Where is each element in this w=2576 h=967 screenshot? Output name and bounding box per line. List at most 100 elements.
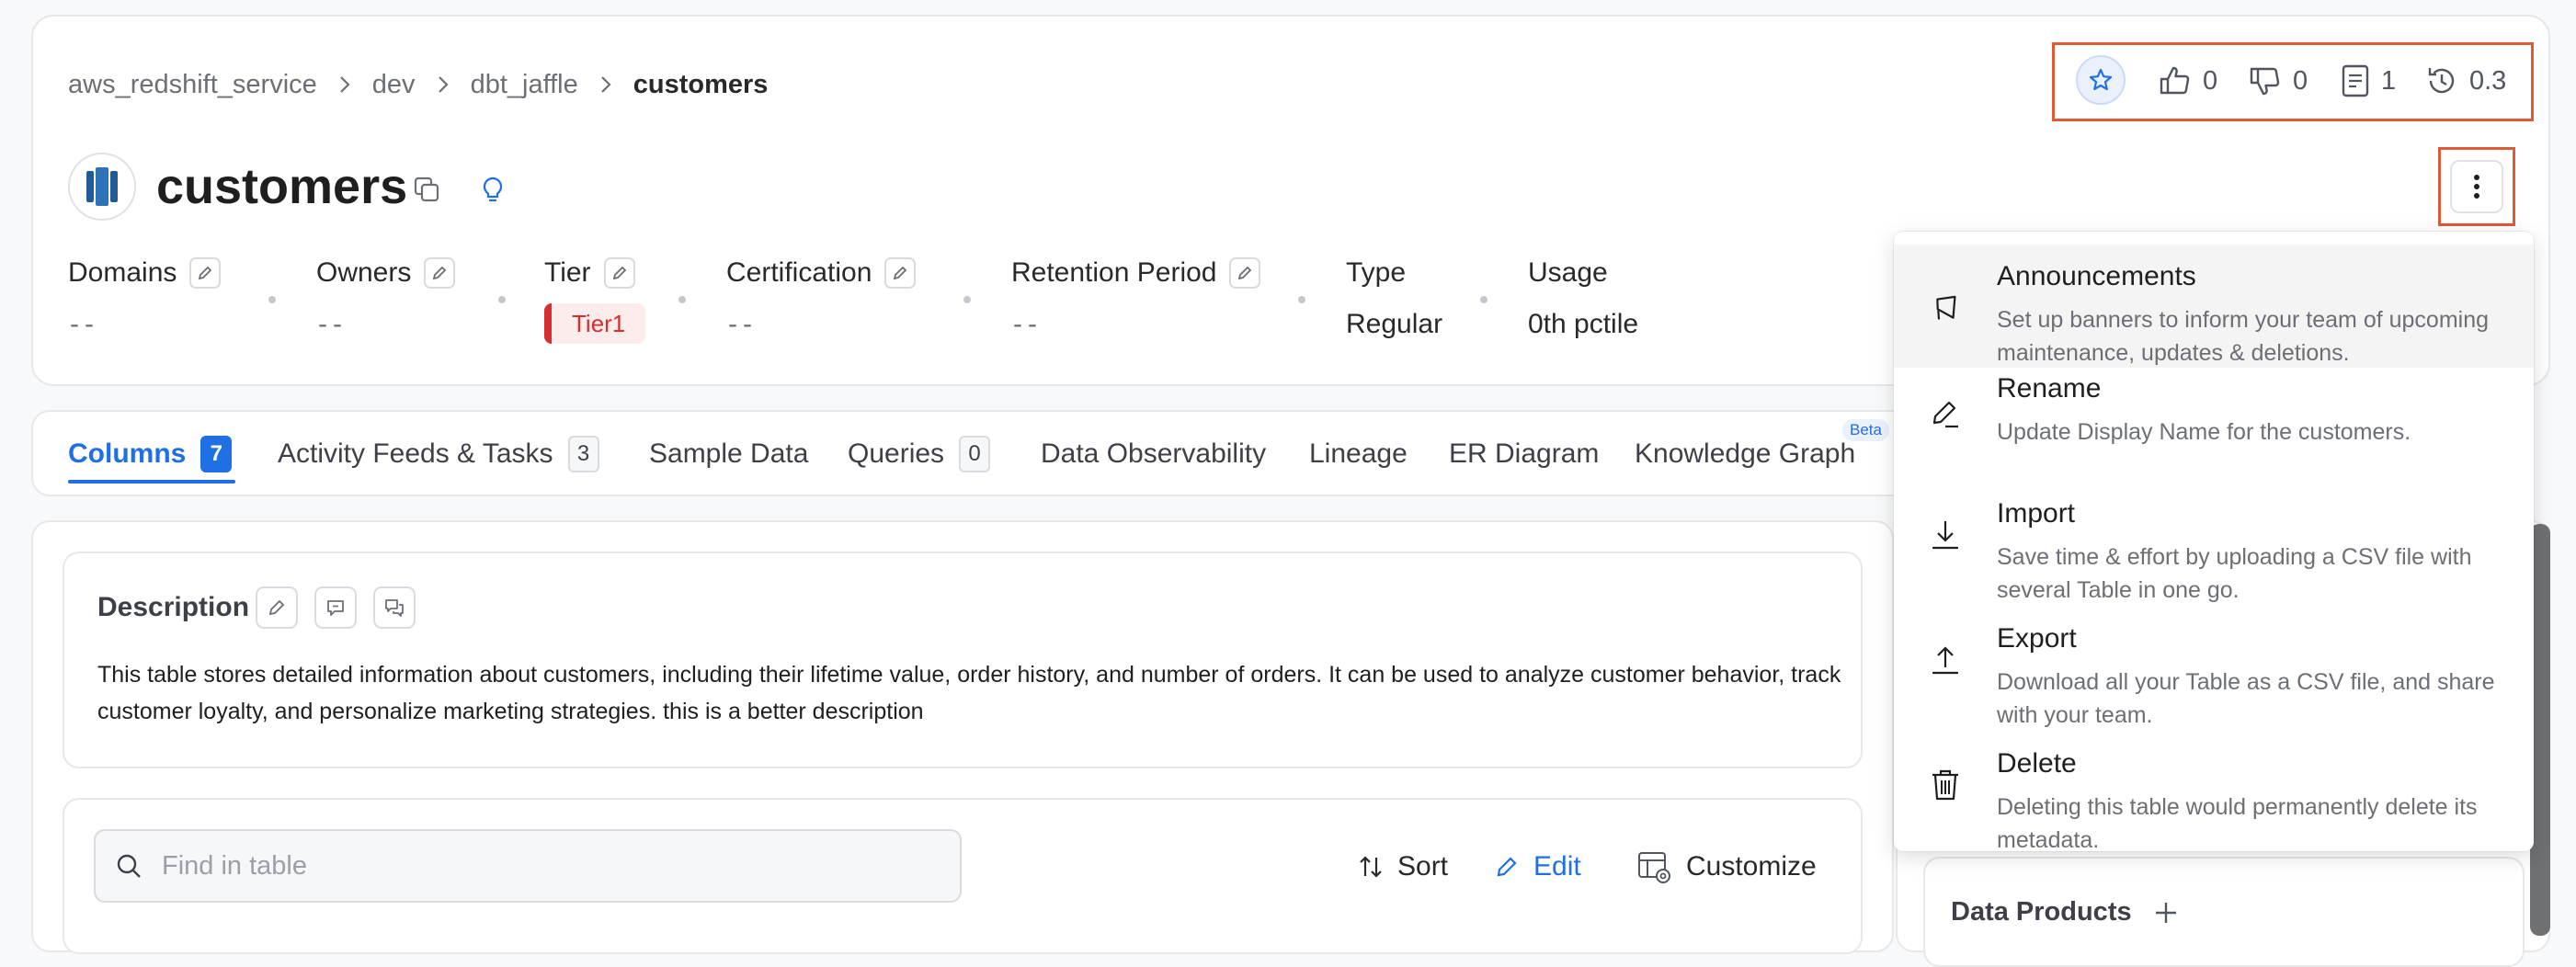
kebab-menu-icon[interactable] — [2450, 160, 2503, 213]
certification-property: Certification — [726, 257, 917, 289]
document-icon — [2342, 64, 2369, 97]
tab-label: Lineage — [1309, 438, 1408, 469]
menu-item-title: Rename — [1997, 373, 2102, 404]
menu-item-delete[interactable]: Delete Deleting this table would permane… — [1894, 748, 2534, 853]
request-description-button[interactable] — [314, 586, 357, 629]
downvote-count: 0 — [2293, 65, 2308, 96]
tab-data-observability[interactable]: Data Observability — [1041, 436, 1266, 472]
breadcrumb-current: customers — [633, 69, 769, 99]
conversations-button[interactable]: 1 — [2339, 59, 2396, 103]
domains-value: -- — [70, 309, 99, 339]
tab-label: Sample Data — [649, 438, 809, 469]
tab-count: 0 — [959, 436, 991, 472]
tab-count: 7 — [200, 436, 233, 472]
menu-item-import[interactable]: Import Save time & effort by uploading a… — [1894, 498, 2534, 616]
downvote-button[interactable]: 0 — [2247, 59, 2308, 103]
data-products-label: Data Products — [1951, 897, 2132, 927]
certification-value: -- — [728, 309, 758, 339]
owners-value: -- — [318, 309, 348, 339]
tab-knowledge-graph[interactable]: Knowledge Graph — [1635, 436, 1855, 472]
chevron-right-icon — [337, 74, 352, 96]
follow-star-button[interactable] — [2076, 55, 2126, 105]
upvote-button[interactable]: 0 — [2157, 59, 2217, 103]
menu-item-title: Delete — [1997, 748, 2077, 779]
menu-item-announcements[interactable]: Announcements Set up banners to inform y… — [1894, 245, 2534, 368]
tab-label: Activity Feeds & Tasks — [278, 438, 553, 469]
menu-item-description: Deleting this table would permanently de… — [1997, 794, 2478, 853]
retention-property: Retention Period — [1011, 257, 1261, 289]
certification-label: Certification — [726, 257, 872, 288]
usage-label: Usage — [1528, 257, 1608, 288]
tab-label: Columns — [68, 438, 187, 469]
more-options-menu: Announcements Set up banners to inform y… — [1894, 232, 2534, 853]
type-value: Regular — [1346, 309, 1443, 339]
separator-dot — [1298, 296, 1305, 303]
menu-item-description: Download all your Table as a CSV file, a… — [1997, 669, 2495, 728]
conversation-button[interactable] — [373, 586, 416, 629]
edit-retention-icon[interactable] — [1229, 257, 1261, 289]
menu-item-rename[interactable]: Rename Update Display Name for the custo… — [1894, 373, 2534, 491]
menu-item-description: Set up banners to inform your team of up… — [1997, 307, 2490, 366]
tab-label: Queries — [848, 438, 945, 469]
tier-label: Tier — [544, 257, 591, 288]
more-options-button[interactable] — [2438, 147, 2515, 226]
search-input[interactable] — [160, 849, 918, 882]
breadcrumb-item-database[interactable]: dev — [372, 70, 416, 100]
tab-sample-data[interactable]: Sample Data — [649, 436, 808, 472]
chevron-right-icon — [436, 74, 450, 96]
tab-columns[interactable]: Columns 7 — [68, 436, 233, 472]
breadcrumb-item-service[interactable]: aws_redshift_service — [68, 70, 317, 100]
copy-icon[interactable] — [408, 171, 445, 208]
tier-badge[interactable]: Tier1 — [544, 303, 646, 344]
tab-label: Knowledge Graph — [1635, 438, 1856, 469]
history-icon — [2428, 68, 2455, 94]
edit-button[interactable]: Edit — [1493, 846, 1581, 888]
edit-tier-icon[interactable] — [603, 257, 635, 289]
edit-label: Edit — [1533, 851, 1581, 882]
breadcrumb: aws_redshift_service dev dbt_jaffle cust… — [68, 66, 768, 103]
lightbulb-icon[interactable] — [474, 171, 511, 208]
breadcrumb-item-schema[interactable]: dbt_jaffle — [471, 70, 578, 100]
tab-label: ER Diagram — [1449, 438, 1600, 469]
customize-label: Customize — [1686, 851, 1817, 882]
tab-queries[interactable]: Queries 0 — [848, 436, 991, 472]
type-property: Type — [1346, 257, 1406, 289]
menu-item-title: Import — [1997, 498, 2076, 529]
edit-owners-icon[interactable] — [424, 257, 456, 289]
sort-icon — [1360, 856, 1382, 878]
menu-item-title: Export — [1997, 623, 2077, 654]
export-icon — [1925, 640, 1966, 680]
customize-button[interactable]: Customize — [1636, 846, 1817, 888]
conversations-count: 1 — [2381, 65, 2397, 96]
tab-lineage[interactable]: Lineage — [1309, 436, 1408, 472]
usage-property: Usage — [1528, 257, 1608, 289]
pencil-icon — [268, 599, 285, 616]
menu-item-title: Announcements — [1997, 261, 2196, 291]
search-box[interactable] — [94, 829, 962, 903]
separator-dot — [1480, 296, 1487, 303]
search-icon — [117, 854, 141, 878]
domains-property: Domains — [68, 257, 222, 289]
tab-label: Data Observability — [1041, 438, 1267, 469]
version-number: 0.3 — [2469, 65, 2507, 96]
add-icon[interactable] — [2152, 899, 2180, 927]
tab-activity-feeds[interactable]: Activity Feeds & Tasks 3 — [278, 436, 599, 472]
domains-label: Domains — [68, 257, 177, 288]
page-title: customers — [156, 159, 408, 214]
type-label: Type — [1346, 257, 1407, 288]
separator-dot — [498, 296, 506, 303]
sort-label: Sort — [1397, 851, 1449, 882]
edit-description-button[interactable] — [256, 586, 298, 629]
import-icon — [1925, 515, 1966, 555]
separator-dot — [963, 296, 971, 303]
sort-button[interactable]: Sort — [1357, 846, 1448, 888]
thumbs-up-icon — [2160, 66, 2190, 95]
edit-certification-icon[interactable] — [884, 257, 917, 289]
menu-item-description: Update Display Name for the customers. — [1997, 419, 2411, 445]
table-settings-icon — [1638, 852, 1670, 883]
menu-item-export[interactable]: Export Download all your Table as a CSV … — [1894, 623, 2534, 741]
retention-label: Retention Period — [1011, 257, 1217, 288]
version-button[interactable]: 0.3 — [2423, 59, 2506, 103]
edit-domains-icon[interactable] — [189, 257, 222, 289]
tab-er-diagram[interactable]: ER Diagram — [1449, 436, 1599, 472]
